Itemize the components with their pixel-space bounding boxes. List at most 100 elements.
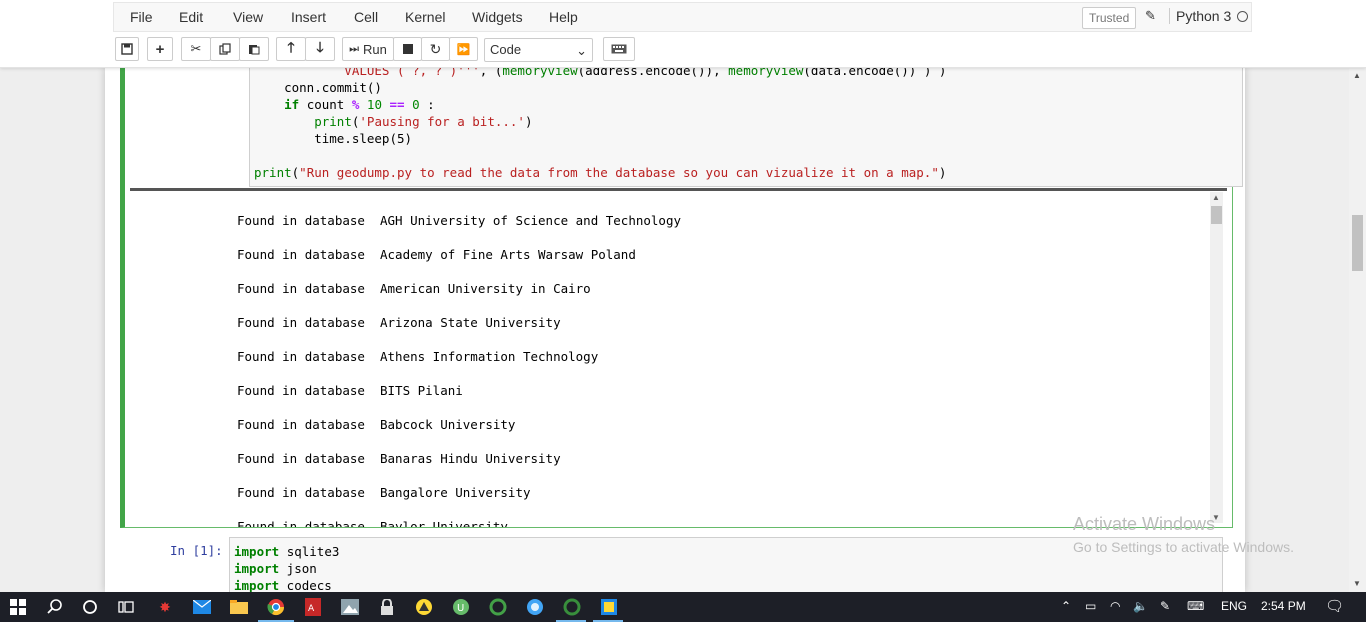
output-line: Found in database Athens Information Tec… [237, 349, 599, 364]
interrupt-button[interactable] [393, 37, 422, 61]
scroll-up-icon[interactable]: ▲ [1212, 193, 1220, 202]
trusted-badge[interactable]: Trusted [1082, 7, 1137, 29]
code-line: import sqlite3 [234, 544, 340, 559]
svg-text:A: A [308, 604, 315, 614]
insert-cell-button[interactable]: + [147, 37, 173, 61]
watermark-title: Activate Windows [1073, 514, 1216, 534]
code-line: import json [234, 561, 317, 576]
output-area[interactable]: Found in database AGH University of Scie… [130, 188, 1227, 527]
show-hidden-icons-icon[interactable]: ⌃ [1061, 599, 1071, 613]
page-scroll-thumb[interactable] [1352, 215, 1363, 271]
app-green-icon[interactable]: U [451, 597, 471, 617]
menu-edit[interactable]: Edit [179, 9, 203, 25]
output-line: Found in database Academy of Fine Arts W… [237, 247, 636, 262]
lock-app-icon[interactable] [377, 597, 397, 617]
fast-forward-icon: ⏩ [456, 43, 471, 56]
menu-view[interactable]: View [233, 9, 263, 25]
run-label: Run [363, 41, 387, 57]
pdf-reader-icon[interactable]: A [303, 597, 323, 617]
move-down-button[interactable]: 🡓 [305, 37, 335, 61]
output-line: Found in database AGH University of Scie… [237, 213, 682, 228]
code-cell-selected[interactable]: VALUES ( ?, ? )''', (memoryview(address.… [120, 63, 1243, 528]
menu-cell[interactable]: Cell [354, 9, 378, 25]
scroll-up-icon[interactable]: ▲ [1353, 71, 1361, 80]
output-line: Found in database BITS Pilani [237, 383, 463, 398]
code-line: print("Run geodump.py to read the data f… [254, 165, 947, 180]
output-line: Found in database Babcock University [237, 417, 516, 432]
scissors-icon: ✂ [190, 41, 202, 56]
save-icon [121, 43, 133, 55]
move-up-button[interactable]: 🡑 [276, 37, 306, 61]
run-all-button[interactable]: ⏩ [449, 37, 478, 61]
search-icon[interactable] [45, 597, 65, 617]
input-prompt: In [1]: [170, 543, 223, 558]
menu-kernel[interactable]: Kernel [405, 9, 445, 25]
scroll-down-icon[interactable]: ▼ [1353, 579, 1361, 588]
code-editor[interactable]: VALUES ( ?, ? )''', (memoryview(address.… [249, 63, 1243, 187]
chevron-down-icon: ⌄ [576, 43, 587, 58]
input-language[interactable]: ENG [1221, 599, 1247, 613]
cell-type-select[interactable]: Code ⌄ [484, 38, 593, 62]
clock[interactable]: 2:54 PM [1261, 599, 1306, 613]
volume-icon[interactable]: 🔈 [1133, 599, 1148, 613]
paste-icon [249, 45, 260, 55]
code-line: if count % 10 == 0 : [284, 97, 435, 112]
chrome-icon[interactable] [266, 597, 286, 617]
arrow-up-icon: 🡑 [287, 39, 295, 55]
copy-button[interactable] [210, 37, 240, 61]
output-line: Found in database Bangalore University [237, 485, 531, 500]
touch-keyboard-icon[interactable]: ⌨ [1187, 599, 1204, 613]
file-explorer-icon[interactable] [229, 597, 249, 617]
notebook-header: File Edit View Insert Cell Kernel Widget… [0, 0, 1366, 68]
cut-button[interactable]: ✂ [181, 37, 211, 61]
plus-icon: + [155, 40, 165, 58]
kernel-name: Python 3 [1169, 8, 1231, 24]
task-view-icon[interactable] [116, 597, 136, 617]
taskbar: ✸ A U ⌃ ▭ ◠ 🔈 ✎ ⌨ ENG 2:54 PM 🗨 [0, 592, 1366, 622]
photos-icon[interactable] [340, 597, 360, 617]
restart-icon: ↻ [429, 40, 442, 57]
kernel-idle-icon [1237, 11, 1248, 22]
cortana-icon[interactable] [80, 597, 100, 617]
app-yellow-icon[interactable] [414, 597, 434, 617]
step-forward-icon: ⏭ [349, 42, 360, 55]
command-palette-button[interactable] [603, 37, 635, 61]
arrow-down-icon: 🡓 [316, 39, 324, 55]
app-blue-icon[interactable] [525, 597, 545, 617]
pencil-icon[interactable]: ✎ [1145, 8, 1156, 24]
windows-start-icon[interactable] [8, 597, 28, 617]
mail-icon[interactable] [192, 597, 212, 617]
menu-insert[interactable]: Insert [291, 9, 326, 25]
restart-button[interactable]: ↻ [421, 37, 450, 61]
output-line: Found in database Baylor University [237, 519, 508, 527]
svg-text:U: U [457, 603, 464, 614]
output-scroll-thumb[interactable] [1211, 206, 1222, 224]
pen-icon[interactable]: ✎ [1160, 599, 1170, 613]
code-line: print('Pausing for a bit...') [314, 114, 533, 129]
battery-icon[interactable]: ▭ [1085, 599, 1096, 613]
output-scrollbar[interactable]: ▲ ▼ [1210, 192, 1223, 523]
paste-button[interactable] [239, 37, 269, 61]
menu-widgets[interactable]: Widgets [472, 9, 523, 25]
cell-type-value: Code [490, 42, 522, 57]
page-scrollbar[interactable]: ▲ ▼ [1349, 67, 1366, 592]
code-cell[interactable]: In [1]: import sqlite3 import json impor… [120, 535, 1233, 597]
output-line: Found in database Arizona State Universi… [237, 315, 561, 330]
app-ring-icon[interactable] [488, 597, 508, 617]
menu-file[interactable]: File [130, 9, 153, 25]
app-ring-icon[interactable] [562, 597, 582, 617]
menu-help[interactable]: Help [549, 9, 578, 25]
stop-icon [402, 44, 413, 54]
watermark-subtitle: Go to Settings to activate Windows. [1073, 539, 1294, 555]
output-line: Found in database American University in… [237, 281, 591, 296]
copy-icon [219, 43, 231, 55]
wifi-icon[interactable]: ◠ [1110, 599, 1120, 613]
app-red-icon[interactable]: ✸ [155, 597, 175, 617]
menubar: File Edit View Insert Cell Kernel Widget… [113, 2, 1252, 32]
code-line: time.sleep(5) [254, 131, 413, 146]
code-line: import codecs [234, 578, 332, 593]
save-button[interactable] [115, 37, 139, 61]
notification-center-icon[interactable]: 🗨 [1325, 597, 1344, 615]
python-icon[interactable] [599, 597, 619, 617]
run-button[interactable]: ⏭ Run [342, 37, 394, 61]
